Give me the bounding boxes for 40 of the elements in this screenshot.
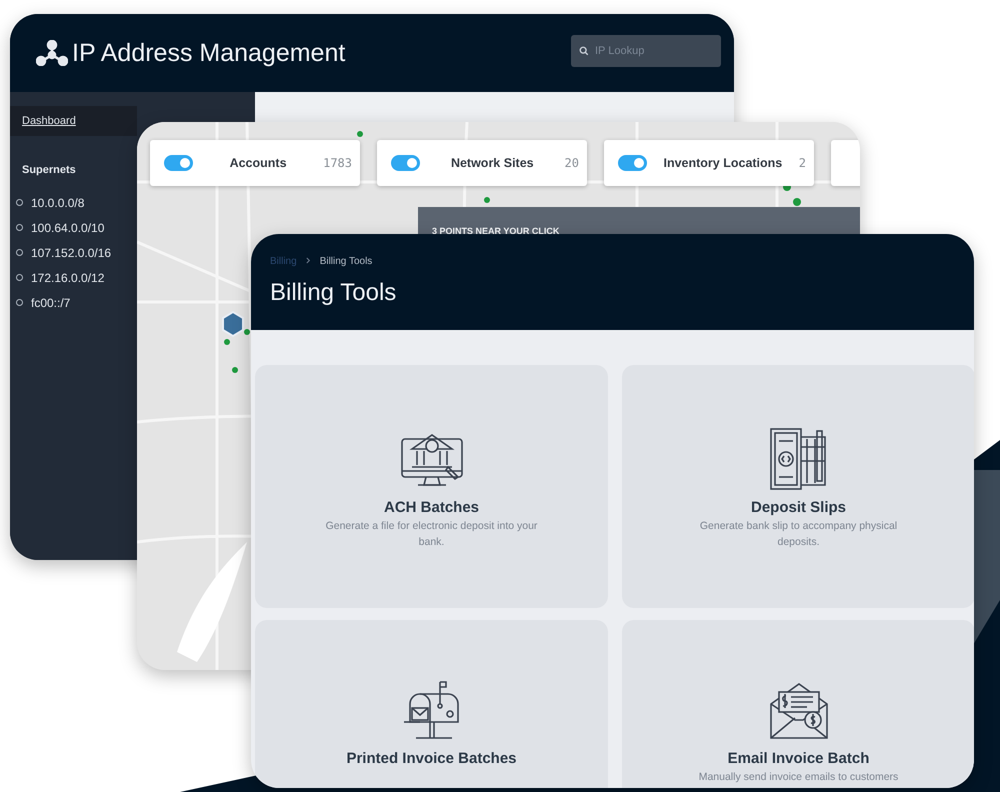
bullet-icon [16, 274, 23, 281]
tool-description: Generate bank slip to accompany physical deposits. [698, 519, 898, 550]
supernet-link[interactable]: 100.64.0.0/10 [31, 220, 104, 234]
layer-label: Inventory Locations [662, 156, 784, 170]
search-icon [579, 46, 589, 56]
toggle-switch[interactable] [618, 155, 647, 171]
supernet-link[interactable]: 107.152.0.0/16 [31, 246, 112, 260]
layer-label: Accounts [228, 156, 288, 170]
layer-card [831, 140, 860, 186]
tool-description: Manually send invoice emails to customers [698, 770, 900, 785]
supernet-link[interactable]: fc00::/7 [31, 296, 70, 310]
layer-count: 20 [564, 156, 579, 170]
bullet-icon [16, 249, 23, 256]
layer-count: 2 [798, 156, 806, 170]
sidebar-link[interactable]: Dashboard [10, 106, 137, 136]
bullet-icon [16, 199, 23, 206]
tool-title: Deposit Slips [750, 499, 846, 516]
supernet-link[interactable]: 10.0.0.0/8 [31, 196, 84, 210]
toggle-switch[interactable] [391, 155, 420, 171]
bullet-icon [16, 299, 23, 306]
tool-card[interactable]: ACH Batches Generate a file for electronic deposit into your bank. [255, 365, 608, 608]
bullet-icon [16, 224, 23, 231]
page-title: Billing Tools [270, 279, 398, 307]
tool-description: Generate a file for electronic deposit into your bank. [324, 519, 538, 550]
section-heading: Supernets [22, 164, 76, 176]
layer-label: Network Sites [450, 156, 535, 170]
layer-count: 1783 [323, 156, 352, 170]
supernet-link[interactable]: 172.16.0.0/12 [31, 270, 104, 284]
tool-card[interactable]: Deposit Slips Generate bank slip to accompany physical deposits. [622, 365, 974, 608]
tool-title: Printed Invoice Batches [346, 750, 517, 767]
tool-card[interactable]: Email Invoice Batch Manually send invoice emails to customers [622, 620, 974, 788]
ip-lookup-field[interactable]: IP Lookup [571, 35, 721, 67]
popup-title: 3 POINTS NEAR YOUR CLICK [432, 226, 560, 236]
breadcrumb-link[interactable]: Billing Tools [320, 256, 372, 267]
tool-title: Email Invoice Batch [728, 750, 870, 767]
tool-title: ACH Batches [384, 499, 480, 516]
app-title: IP Address Management [72, 38, 346, 68]
tool-card[interactable]: Printed Invoice Batches [255, 620, 608, 788]
network-nodes-icon [36, 40, 68, 66]
toggle-switch[interactable] [164, 155, 193, 171]
